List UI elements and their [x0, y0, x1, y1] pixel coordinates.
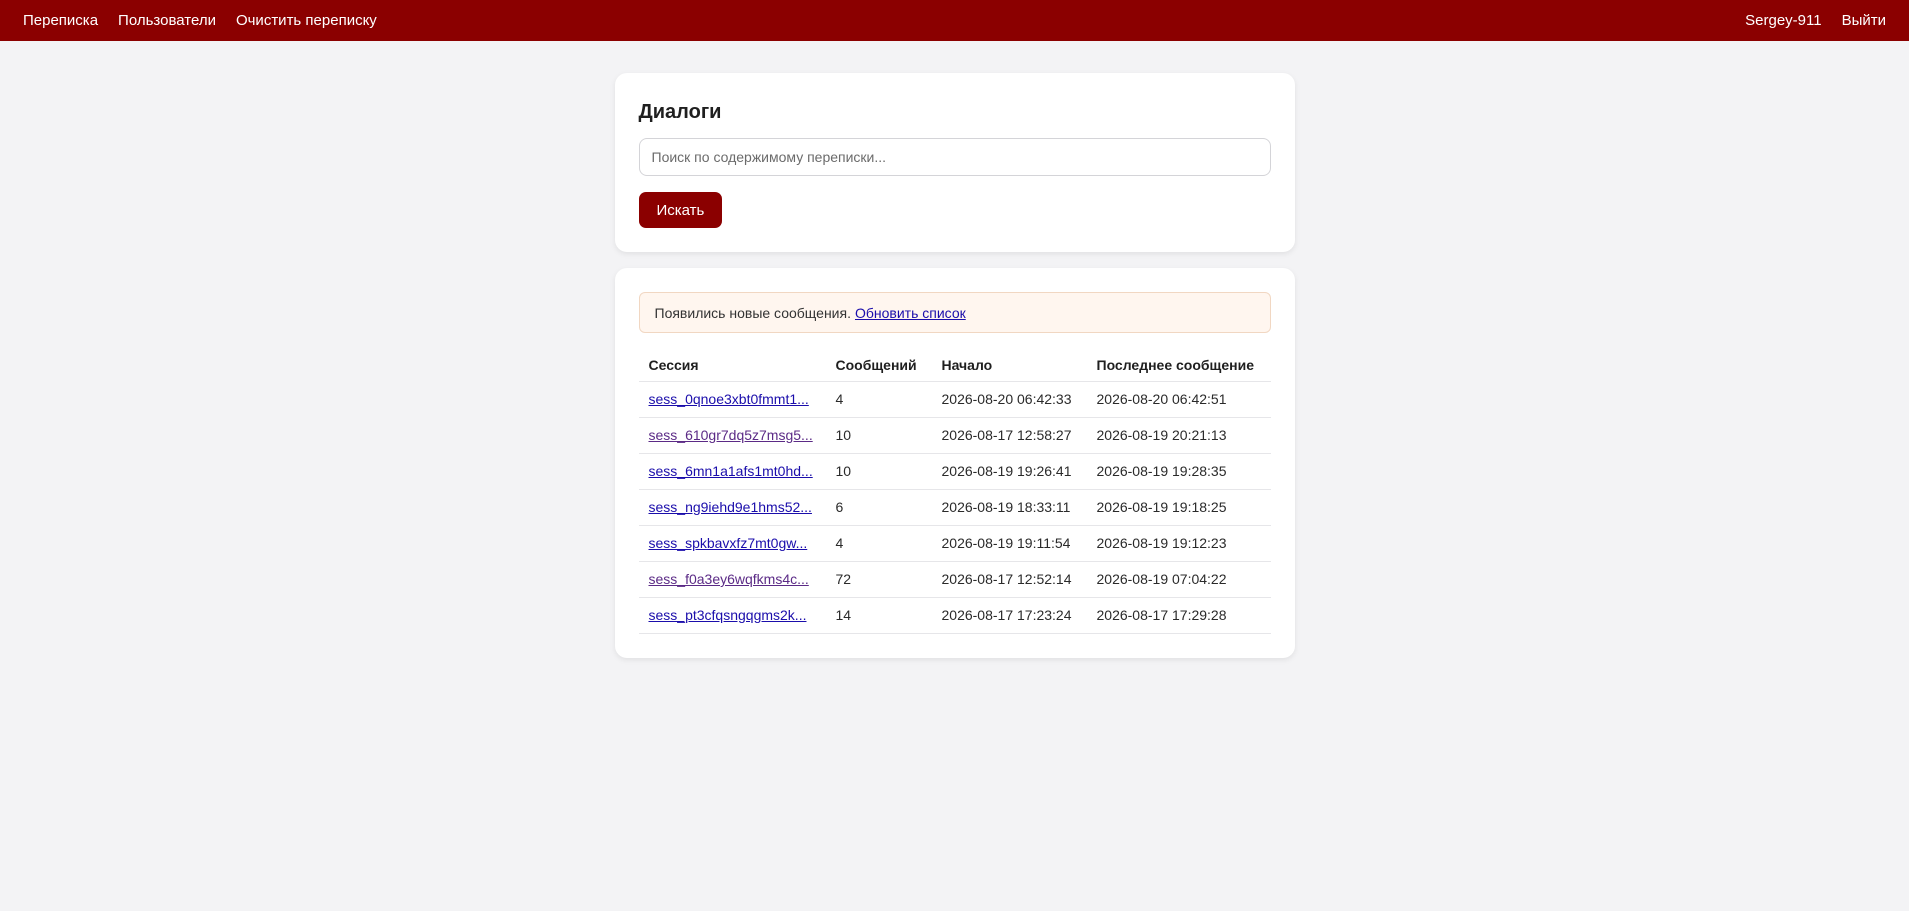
nav-link-chats[interactable]: Переписка	[23, 12, 98, 29]
cell-session: sess_spkbavxfz7mt0gw...	[638, 525, 826, 562]
table-header-row: Сессия Сообщений Начало Последнее сообще…	[638, 349, 1271, 382]
table-row: sess_6mn1a1afs1mt0hd... 10 2026-08-19 19…	[638, 453, 1271, 490]
refresh-list-link[interactable]: Обновить список	[855, 305, 966, 321]
cell-messages: 10	[825, 417, 932, 454]
username-label: Sergey-911	[1745, 12, 1822, 29]
cell-last-message: 2026-08-20 06:42:51	[1086, 381, 1271, 418]
table-row: sess_pt3cfqsngqgms2k... 14 2026-08-17 17…	[638, 597, 1271, 634]
session-link[interactable]: sess_pt3cfqsngqgms2k...	[649, 607, 807, 623]
page-title: Диалоги	[638, 101, 722, 123]
logout-link[interactable]: Выйти	[1842, 12, 1886, 29]
cell-messages: 6	[825, 489, 932, 526]
cell-session: sess_0qnoe3xbt0fmmt1...	[638, 381, 826, 418]
cell-start: 2026-08-17 12:52:14	[931, 561, 1087, 598]
search-input[interactable]	[638, 138, 1271, 176]
column-header-session[interactable]: Сессия	[638, 349, 826, 382]
cell-start: 2026-08-19 19:26:41	[931, 453, 1087, 490]
cell-session: sess_ng9iehd9e1hms52...	[638, 489, 826, 526]
session-link[interactable]: sess_0qnoe3xbt0fmmt1...	[649, 391, 809, 407]
cell-messages: 4	[825, 525, 932, 562]
cell-start: 2026-08-20 06:42:33	[931, 381, 1087, 418]
cell-last-message: 2026-08-19 19:28:35	[1086, 453, 1271, 490]
table-row: sess_ng9iehd9e1hms52... 6 2026-08-19 18:…	[638, 489, 1271, 526]
cell-session: sess_f0a3ey6wqfkms4c...	[638, 561, 826, 598]
column-header-last-message[interactable]: Последнее сообщение	[1086, 349, 1271, 382]
cell-last-message: 2026-08-17 17:29:28	[1086, 597, 1271, 634]
sessions-table: Сессия Сообщений Начало Последнее сообще…	[638, 349, 1271, 634]
column-header-messages[interactable]: Сообщений	[825, 349, 932, 382]
cell-messages: 10	[825, 453, 932, 490]
cell-last-message: 2026-08-19 20:21:13	[1086, 417, 1271, 454]
top-navbar: Переписка Пользователи Очистить переписк…	[0, 0, 1909, 41]
cell-messages: 14	[825, 597, 932, 634]
table-row: sess_0qnoe3xbt0fmmt1... 4 2026-08-20 06:…	[638, 381, 1271, 418]
cell-last-message: 2026-08-19 07:04:22	[1086, 561, 1271, 598]
session-link[interactable]: sess_spkbavxfz7mt0gw...	[649, 535, 808, 551]
session-link[interactable]: sess_6mn1a1afs1mt0hd...	[649, 463, 813, 479]
new-messages-notice: Появились новые сообщения. Обновить спис…	[638, 292, 1271, 333]
cell-last-message: 2026-08-19 19:12:23	[1086, 525, 1271, 562]
column-header-start[interactable]: Начало	[931, 349, 1087, 382]
cell-start: 2026-08-17 17:23:24	[931, 597, 1087, 634]
cell-start: 2026-08-17 12:58:27	[931, 417, 1087, 454]
cell-messages: 72	[825, 561, 932, 598]
nav-link-users[interactable]: Пользователи	[118, 12, 216, 29]
table-row: sess_spkbavxfz7mt0gw... 4 2026-08-19 19:…	[638, 525, 1271, 562]
cell-session: sess_6mn1a1afs1mt0hd...	[638, 453, 826, 490]
sessions-card: Появились новые сообщения. Обновить спис…	[614, 268, 1295, 658]
session-link[interactable]: sess_610gr7dq5z7msg5...	[649, 427, 813, 443]
session-link[interactable]: sess_f0a3ey6wqfkms4c...	[649, 571, 809, 587]
cell-start: 2026-08-19 19:11:54	[931, 525, 1087, 562]
cell-messages: 4	[825, 381, 932, 418]
nav-link-clear-chats[interactable]: Очистить переписку	[236, 12, 377, 29]
search-button[interactable]: Искать	[638, 192, 723, 228]
search-card: Диалоги Искать	[614, 73, 1295, 252]
user-area: Sergey-911 Выйти	[1745, 12, 1886, 29]
cell-session: sess_pt3cfqsngqgms2k...	[638, 597, 826, 634]
cell-session: sess_610gr7dq5z7msg5...	[638, 417, 826, 454]
main-nav: Переписка Пользователи Очистить переписк…	[23, 12, 397, 29]
cell-start: 2026-08-19 18:33:11	[931, 489, 1087, 526]
main-container: Диалоги Искать Появились новые сообщения…	[614, 73, 1295, 658]
cell-last-message: 2026-08-19 19:18:25	[1086, 489, 1271, 526]
table-row: sess_f0a3ey6wqfkms4c... 72 2026-08-17 12…	[638, 561, 1271, 598]
table-row: sess_610gr7dq5z7msg5... 10 2026-08-17 12…	[638, 417, 1271, 454]
notice-text: Появились новые сообщения.	[654, 304, 851, 321]
session-link[interactable]: sess_ng9iehd9e1hms52...	[649, 499, 812, 515]
